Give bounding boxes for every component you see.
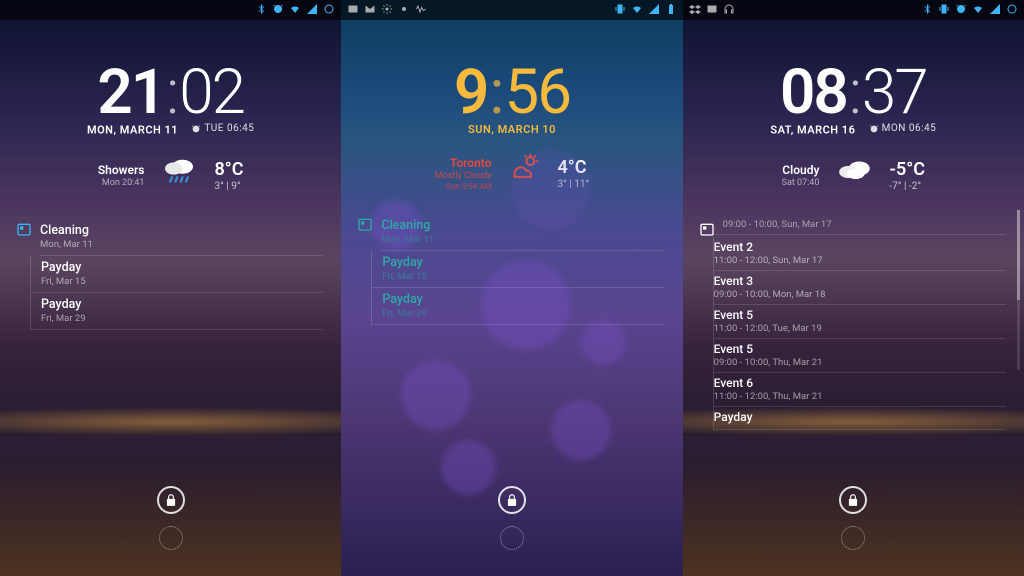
event-item[interactable]: Event 2 11:00 - 12:00, Sun, Mar 17 bbox=[713, 237, 1006, 271]
circle-icon bbox=[1006, 3, 1018, 18]
weather-timestamp: Sat 07:40 bbox=[782, 178, 820, 188]
weather-timestamp: Sun 9:54 AM bbox=[435, 182, 492, 191]
dropbox-icon bbox=[689, 3, 701, 18]
wifi-icon bbox=[289, 3, 301, 18]
lockscreen-2: 9:56 SUN, MARCH 10 Toronto Mostly Cloudy… bbox=[341, 0, 682, 576]
event-item[interactable]: Event 5 09:00 - 10:00, Thu, Mar 21 bbox=[713, 339, 1006, 373]
headphones-icon bbox=[723, 3, 735, 18]
calendar-icon bbox=[16, 221, 32, 237]
calendar-events[interactable]: Cleaning Mon, Mar 11 Payday Fri, Mar 15 … bbox=[0, 219, 341, 330]
weather-condition: Cloudy bbox=[782, 163, 820, 177]
event-item[interactable]: Payday bbox=[713, 407, 1006, 430]
calendar-events[interactable]: 09:00 - 10:00, Sun, Mar 17 Event 2 11:00… bbox=[683, 219, 1024, 430]
event-partial-top: 09:00 - 10:00, Sun, Mar 17 bbox=[713, 219, 1006, 235]
event-item[interactable]: Payday Fri, Mar 15 bbox=[371, 251, 664, 288]
lock-icon[interactable] bbox=[839, 486, 867, 514]
weather-widget[interactable]: Showers Mon 20:41 8°C 3° | 9° bbox=[0, 151, 341, 201]
calendar-icon bbox=[357, 216, 373, 232]
rain-icon bbox=[158, 151, 200, 201]
clock-time: 08:37 bbox=[683, 56, 1024, 129]
weather-timestamp: Mon 20:41 bbox=[98, 178, 145, 188]
weather-condition: Showers bbox=[98, 163, 145, 177]
lockscreen-1: 21:02 MON, MARCH 11 TUE 06:45 Showers Mo… bbox=[0, 0, 341, 576]
unlock-ring[interactable] bbox=[841, 526, 865, 550]
calendar-events[interactable]: Cleaning Mon, Mar 11 Payday Fri, Mar 15 … bbox=[341, 214, 682, 325]
weather-condition: Mostly Cloudy bbox=[435, 171, 492, 181]
wifi-icon bbox=[972, 3, 984, 18]
temperature-range: 3° | 9° bbox=[214, 181, 243, 192]
temperature: -5°C bbox=[889, 159, 925, 180]
event-item[interactable]: Payday Fri, Mar 29 bbox=[371, 288, 664, 325]
status-bar bbox=[683, 0, 1024, 20]
gallery-icon bbox=[706, 3, 718, 18]
signal-icon bbox=[989, 3, 1001, 18]
alarm-icon bbox=[955, 3, 967, 18]
event-item[interactable]: Payday Fri, Mar 29 bbox=[30, 293, 323, 330]
temperature: 8°C bbox=[214, 159, 243, 180]
temperature-range: -7° | -2° bbox=[889, 181, 925, 192]
next-alarm: TUE 06:45 bbox=[191, 123, 254, 134]
clock-time: 21:02 bbox=[0, 56, 341, 129]
vibrate-icon bbox=[938, 3, 950, 18]
unlock-ring[interactable] bbox=[500, 526, 524, 550]
weather-widget[interactable]: Cloudy Sat 07:40 -5°C -7° | -2° bbox=[683, 151, 1024, 201]
circle-icon bbox=[323, 3, 335, 18]
status-bar bbox=[0, 0, 341, 20]
event-item[interactable]: Event 3 09:00 - 10:00, Mon, Mar 18 bbox=[713, 271, 1006, 305]
clock-widget[interactable]: 08:37 SAT, MARCH 16 MON 06:45 bbox=[683, 56, 1024, 137]
bluetooth-icon bbox=[255, 3, 267, 18]
lockscreen-3: 08:37 SAT, MARCH 16 MON 06:45 Cloudy Sat… bbox=[683, 0, 1024, 576]
signal-icon bbox=[306, 3, 318, 18]
next-alarm: MON 06:45 bbox=[869, 123, 937, 134]
calendar-icon bbox=[699, 221, 715, 237]
cloudy-icon bbox=[833, 151, 875, 201]
clock-widget[interactable]: 21:02 MON, MARCH 11 TUE 06:45 bbox=[0, 56, 341, 137]
event-item[interactable]: Cleaning Mon, Mar 11 bbox=[381, 214, 664, 251]
alarm-icon bbox=[272, 3, 284, 18]
event-item[interactable]: Cleaning Mon, Mar 11 bbox=[40, 219, 323, 256]
bluetooth-icon bbox=[921, 3, 933, 18]
lock-icon[interactable] bbox=[157, 486, 185, 514]
lock-icon[interactable] bbox=[498, 486, 526, 514]
event-item[interactable]: Event 5 11:00 - 12:00, Tue, Mar 19 bbox=[713, 305, 1006, 339]
event-item[interactable]: Payday Fri, Mar 15 bbox=[30, 256, 323, 293]
event-item[interactable]: Event 6 11:00 - 12:00, Thu, Mar 21 bbox=[713, 373, 1006, 407]
unlock-ring[interactable] bbox=[159, 526, 183, 550]
